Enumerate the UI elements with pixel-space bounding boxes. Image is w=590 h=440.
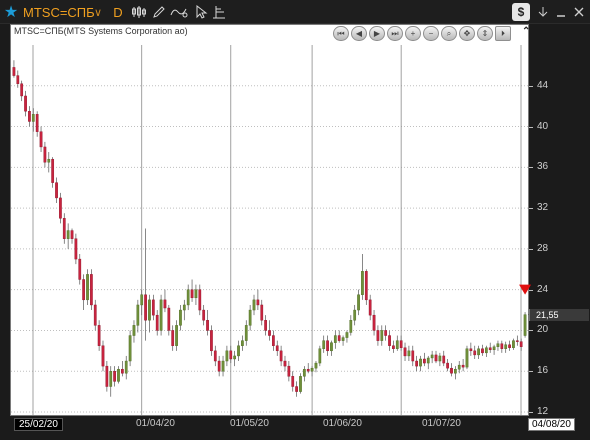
chart-nav-bar: ⏮ ◀ ▶ ⏭ + − ⌕ ✥ ⇕ ⏵ [333,26,511,41]
fit-horizontal-icon[interactable]: ✥ [459,26,475,41]
favorite-star-icon[interactable]: ★ [2,2,20,22]
cursor-icon[interactable] [192,2,210,22]
y-tick [529,371,533,373]
nav-first-icon[interactable]: ⏮ [333,26,349,41]
zoom-in-icon[interactable]: + [405,26,421,41]
y-tick [529,208,533,210]
y-tick-label: 20 [537,324,549,336]
chart-settings-icon[interactable] [210,2,228,22]
download-icon[interactable] [534,2,552,22]
y-tick-label: 12 [537,406,549,417]
zoom-out-icon[interactable]: − [423,26,439,41]
y-tick-label: 28 [537,242,549,254]
close-icon[interactable] [570,2,588,22]
y-tick [529,126,533,128]
y-tick-label: 44 [537,79,549,91]
y-tick [529,330,533,332]
indicator-icon[interactable] [170,2,188,22]
y-tick [529,412,533,413]
bar-chart-icon[interactable] [130,2,148,22]
y-tick-label: 36 [537,161,549,173]
y-tick [529,289,533,291]
minimize-icon[interactable] [552,2,570,22]
x-axis [0,416,590,440]
nav-prev-icon[interactable]: ◀ [351,26,367,41]
y-tick-label: 32 [537,202,549,214]
chevron-down-icon[interactable]: ∨ [92,2,104,22]
y-tick [529,248,533,250]
y-tick-label: 40 [537,120,549,132]
x-tick-label: 01/05/20 [230,418,269,429]
y-tick [529,167,533,169]
period-selector[interactable]: D [112,2,124,22]
fit-vertical-icon[interactable]: ⇕ [477,26,493,41]
last-price-tag: 21,55 [529,308,589,321]
chart-title: MTSC=СПБ(MTS Systems Corporation ao) [14,26,188,36]
nav-next-icon[interactable]: ⏭ [387,26,403,41]
y-tick [529,85,533,87]
dollar-icon[interactable]: $ [512,3,530,21]
x-tick-label: 25/02/20 [14,418,63,431]
draw-pencil-icon[interactable] [150,2,168,22]
search-icon[interactable]: ⌕ [441,26,457,41]
x-tick-label: 04/08/20 [528,418,575,431]
x-tick-label: 01/07/20 [422,418,461,429]
y-tick-label: 16 [537,365,549,377]
x-tick-label: 01/06/20 [323,418,362,429]
symbol-selector[interactable]: MTSC=СПБ [23,2,95,22]
chart-plot-area[interactable] [10,24,529,416]
y-tick-label: 24 [537,283,549,295]
chart-toolbar: ★ MTSC=СПБ ∨ D $ [0,0,590,24]
nav-end-icon[interactable]: ⏵ [495,26,511,41]
nav-play-icon[interactable]: ▶ [369,26,385,41]
x-tick-label: 01/04/20 [136,418,175,429]
